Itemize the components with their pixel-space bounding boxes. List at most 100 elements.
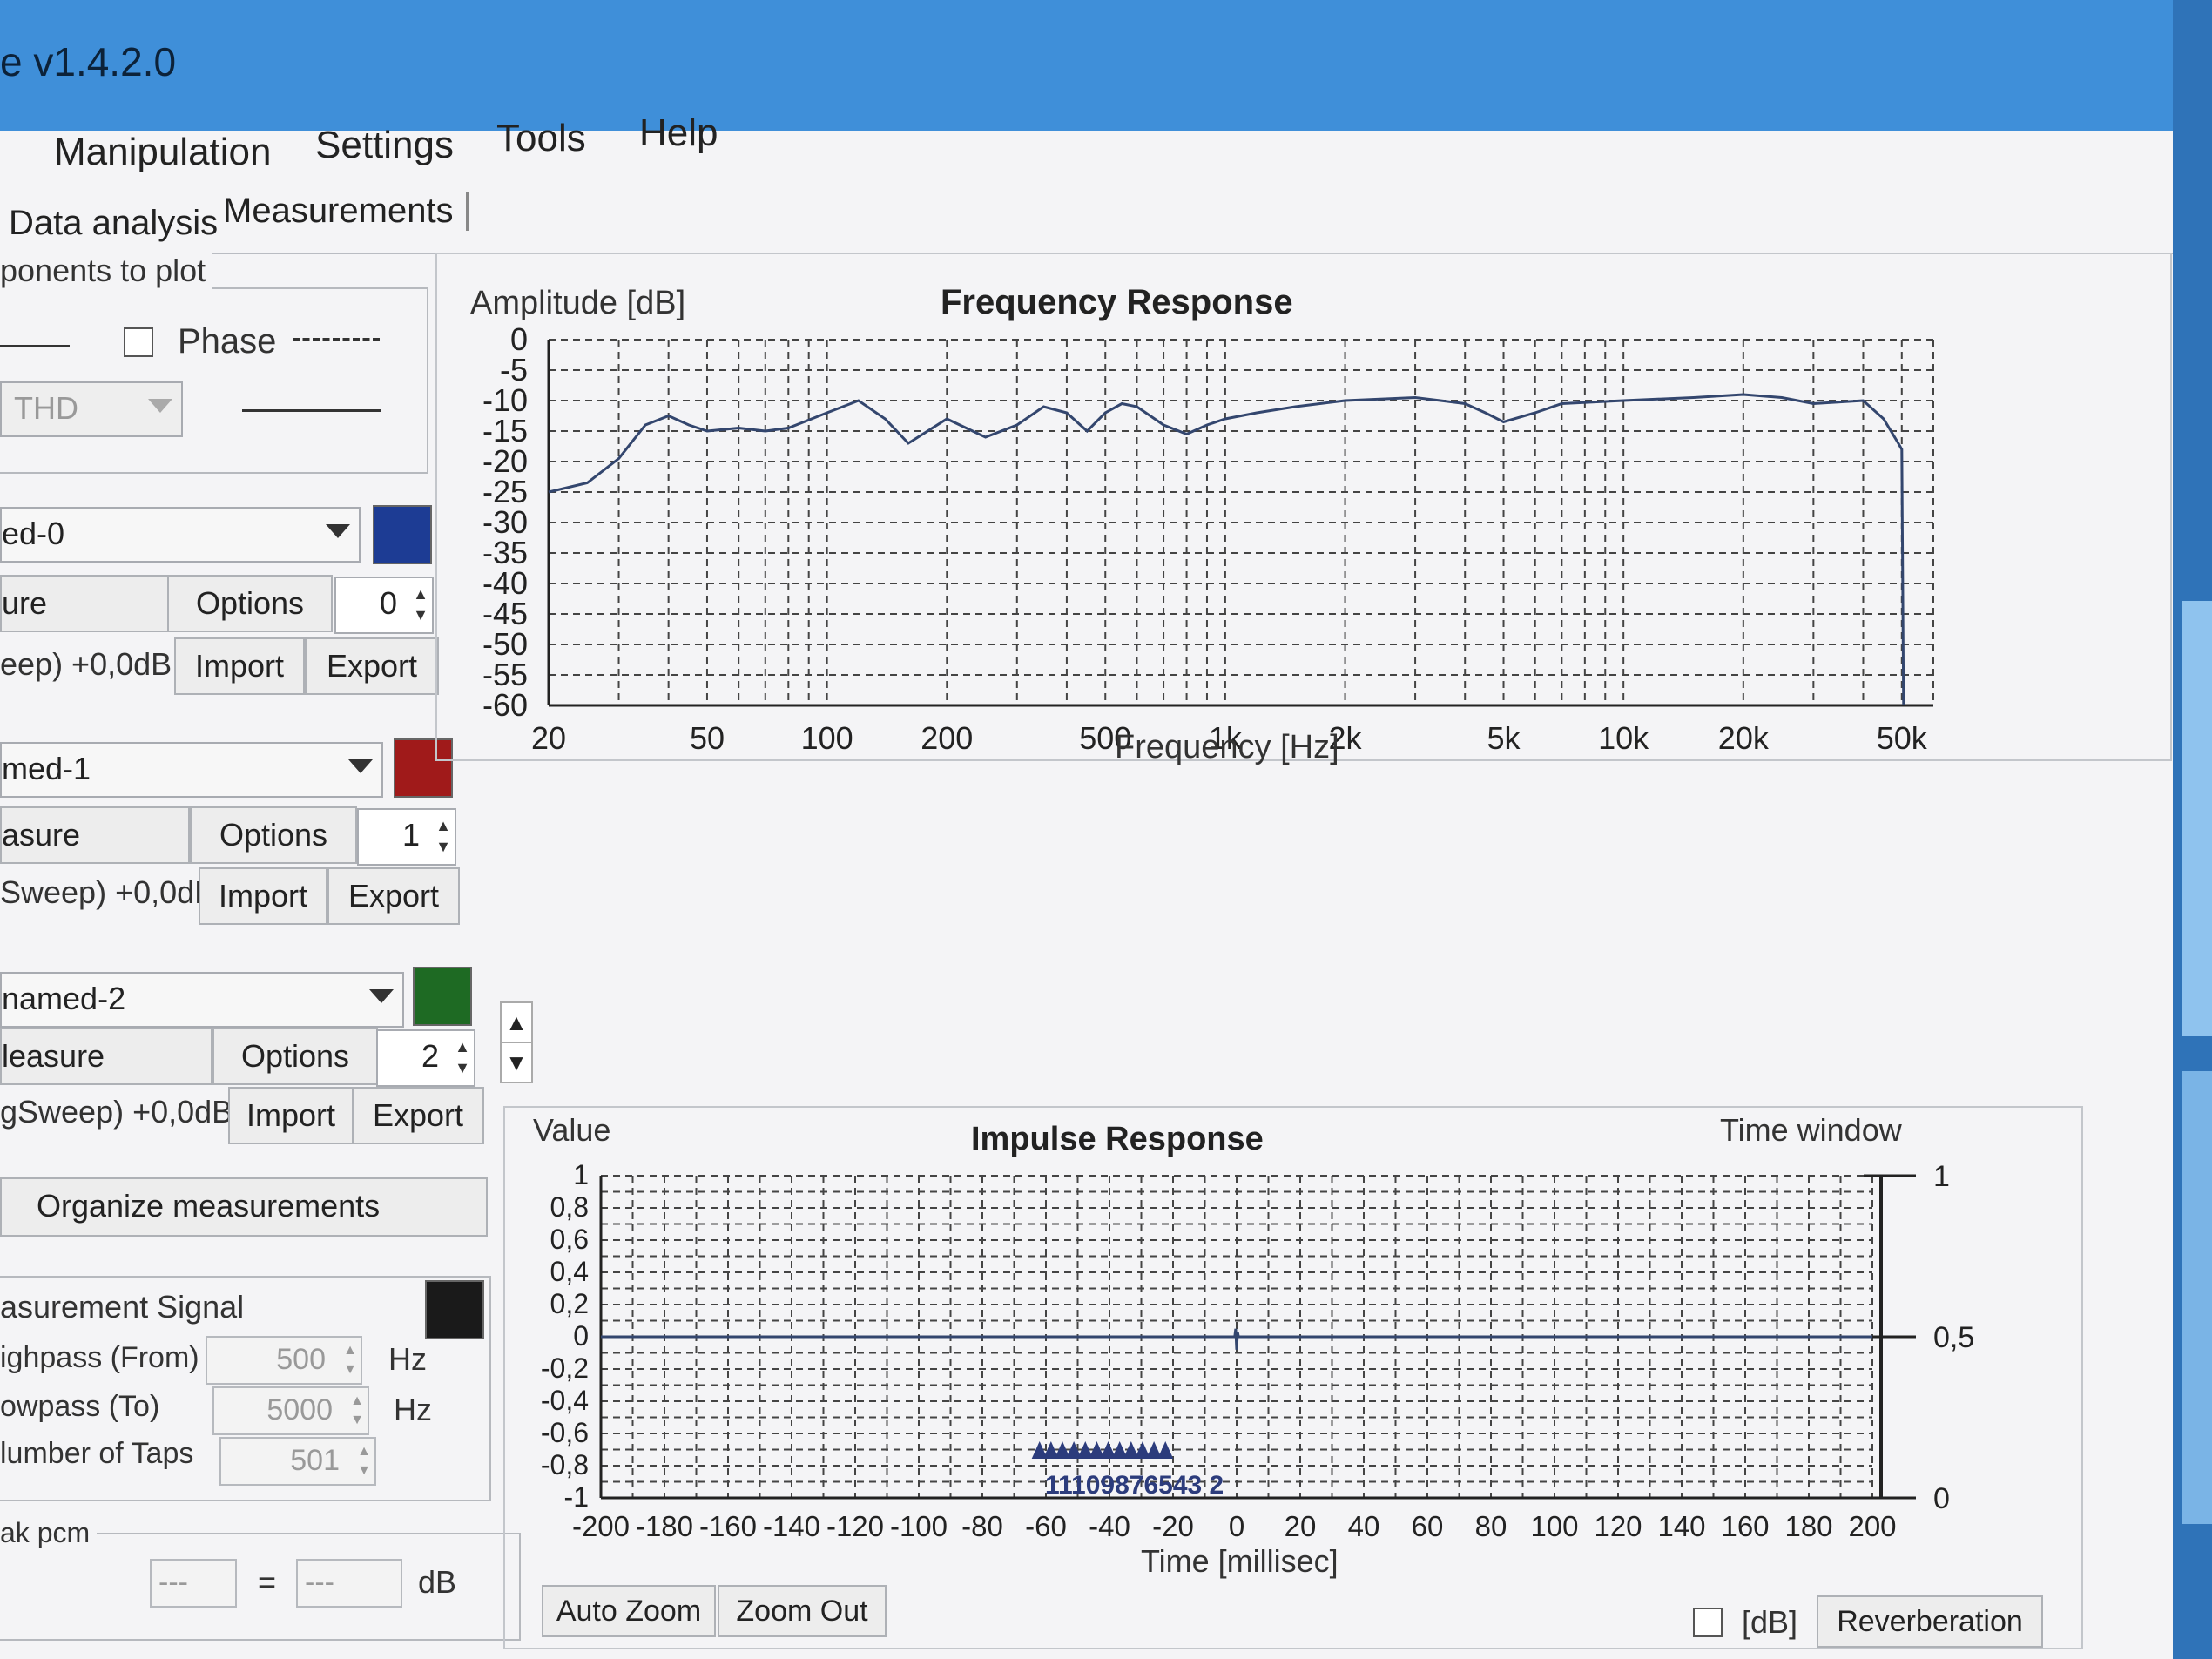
measurement-0-index-spinner[interactable]: 0 ▲ ▼ (334, 577, 434, 634)
frequency-y-label: Amplitude [dB] (470, 285, 685, 321)
desktop-pane (2182, 601, 2212, 1036)
magnitude-line-sample (0, 345, 70, 347)
impulse-y-tick: 0,6 (550, 1224, 589, 1255)
scroll-up-button[interactable]: ▲ (500, 1001, 533, 1043)
title-bar: e v1.4.2.0 (0, 0, 2173, 131)
impulse-x-tick: 80 (1475, 1510, 1507, 1542)
impulse-x-tick: 160 (1721, 1510, 1769, 1542)
menu-help[interactable]: Help (639, 111, 718, 155)
impulse-y-tick: -0,8 (541, 1449, 589, 1480)
menu-bar: Manipulation Settings Tools Help (0, 111, 2173, 183)
frequency-x-tick: 200 (921, 720, 973, 756)
thd-line-sample (242, 409, 381, 412)
measurement-2-import-button[interactable]: Import (228, 1087, 354, 1144)
components-group (0, 287, 428, 474)
impulse-y-tick: -0,2 (541, 1352, 589, 1384)
highpass-unit: Hz (388, 1341, 427, 1377)
menu-tools[interactable]: Tools (496, 117, 586, 160)
impulse-title: Impulse Response (971, 1121, 1264, 1157)
impulse-labels: 10,5010,80,60,40,20-0,2-0,4-0,6-0,8-1-20… (541, 1159, 1974, 1542)
measurement-0-options-button[interactable]: Options (167, 575, 333, 632)
impulse-y-tick: 1 (573, 1159, 589, 1190)
frequency-x-tick: 50k (1877, 720, 1928, 756)
measurement-2-dropdown[interactable]: named-2 (0, 972, 404, 1028)
impulse-x-tick: -140 (763, 1510, 820, 1542)
measurement-2-export-button[interactable]: Export (352, 1087, 484, 1144)
impulse-x-tick: 180 (1784, 1510, 1832, 1542)
impulse-y-label: Value (533, 1112, 610, 1148)
menu-manipulation[interactable]: Manipulation (54, 131, 272, 174)
tab-data-analysis[interactable]: Data analysis (9, 204, 218, 243)
db-label: [dB] (1742, 1604, 1798, 1640)
measurement-2-options-button[interactable]: Options (212, 1028, 378, 1085)
measurement-0-signal: eep) +0,0dB (0, 646, 172, 682)
tab-measurements[interactable]: Measurements (223, 192, 469, 231)
measurement-0-dropdown[interactable]: ed-0 (0, 507, 361, 563)
measurement-0-import-button[interactable]: Import (174, 637, 305, 695)
measurement-1-options-button[interactable]: Options (190, 806, 357, 864)
impulse-x-tick: 20 (1285, 1510, 1317, 1542)
impulse-x-tick: 60 (1412, 1510, 1444, 1542)
measurement-2-index-spinner[interactable]: 2 ▲ ▼ (376, 1029, 475, 1087)
scroll-down-button[interactable]: ▼ (500, 1042, 533, 1083)
frequency-series (548, 393, 1905, 706)
peak-equals: = (258, 1564, 277, 1600)
measurement-0-color[interactable] (373, 505, 432, 564)
measurement-1-index-spinner[interactable]: 1 ▲ ▼ (357, 808, 456, 866)
frequency-x-tick: 20k (1718, 720, 1770, 756)
time-window-tick: 0 (1933, 1482, 1950, 1515)
phase-label: Phase (178, 322, 277, 361)
impulse-y-tick: -0,4 (541, 1385, 589, 1416)
frequency-x-label: Frequency [Hz] (1115, 729, 1339, 765)
lowpass-label: owpass (To) (0, 1390, 160, 1423)
impulse-x-tick: -40 (1089, 1510, 1130, 1542)
measurement-0-measure-button[interactable]: ure (0, 575, 169, 632)
components-legend: ponents to plot (0, 253, 213, 289)
impulse-x-label: Time [millisec] (1141, 1543, 1339, 1579)
taps-input[interactable]: 501 ▲ ▼ (219, 1437, 376, 1486)
impulse-x-tick: -200 (572, 1510, 630, 1542)
frequency-x-tick: 20 (531, 720, 566, 756)
impulse-y-tick: 0,8 (550, 1191, 589, 1223)
measurement-2-color[interactable] (413, 967, 472, 1026)
time-window-label: Time window (1720, 1112, 1903, 1148)
measurement-0-export-button[interactable]: Export (305, 637, 439, 695)
impulse-x-tick: -80 (961, 1510, 1003, 1542)
db-checkbox[interactable] (1693, 1608, 1723, 1637)
window-title: e v1.4.2.0 (0, 39, 177, 84)
zoom-out-button[interactable]: Zoom Out (718, 1585, 887, 1637)
measurement-1-import-button[interactable]: Import (199, 867, 327, 925)
lowpass-unit: Hz (394, 1392, 432, 1427)
thd-dropdown[interactable]: THD (0, 381, 183, 437)
frequency-y-tick: -60 (482, 687, 528, 723)
impulse-x-tick: 100 (1530, 1510, 1578, 1542)
frequency-x-tick: 10k (1598, 720, 1649, 756)
peak-value-2: --- (296, 1559, 402, 1608)
time-window-tick: 1 (1933, 1160, 1950, 1193)
peak-value-1: --- (150, 1559, 237, 1608)
reverberation-button[interactable]: Reverberation (1817, 1595, 2043, 1648)
impulse-x-tick: -100 (890, 1510, 948, 1542)
lowpass-input[interactable]: 5000 ▲ ▼ (212, 1386, 369, 1435)
menu-settings[interactable]: Settings (315, 124, 454, 167)
measurement-1-measure-button[interactable]: asure (0, 806, 190, 864)
signal-label: asurement Signal (0, 1289, 245, 1325)
app-window: Manipulation Settings Tools Help Data an… (0, 111, 2173, 1659)
signal-color[interactable] (425, 1280, 484, 1339)
frequency-x-tick: 5k (1487, 720, 1521, 756)
auto-zoom-button[interactable]: Auto Zoom (542, 1585, 716, 1637)
impulse-x-tick: 140 (1657, 1510, 1705, 1542)
organize-measurements-button[interactable]: Organize measurements (0, 1177, 488, 1237)
frequency-chart-svg: 0-5-10-15-20-25-30-35-40-45-50-55-6020 50… (470, 283, 1934, 765)
phase-checkbox[interactable] (124, 327, 153, 357)
impulse-y-tick: -1 (564, 1481, 589, 1513)
impulse-x-tick: -120 (826, 1510, 884, 1542)
measurement-1-export-button[interactable]: Export (327, 867, 460, 925)
desktop-background (2173, 0, 2212, 1659)
highpass-input[interactable]: 500 ▲ ▼ (206, 1336, 362, 1385)
measurement-1-dropdown[interactable]: med-1 (0, 742, 383, 798)
impulse-x-tick: -60 (1025, 1510, 1067, 1542)
impulse-chart-svg: 10,5010,80,60,40,20-0,2-0,4-0,6-0,8-1-20… (533, 1112, 1974, 1579)
impulse-marker (1157, 1441, 1174, 1459)
measurement-2-measure-button[interactable]: leasure (0, 1028, 212, 1085)
